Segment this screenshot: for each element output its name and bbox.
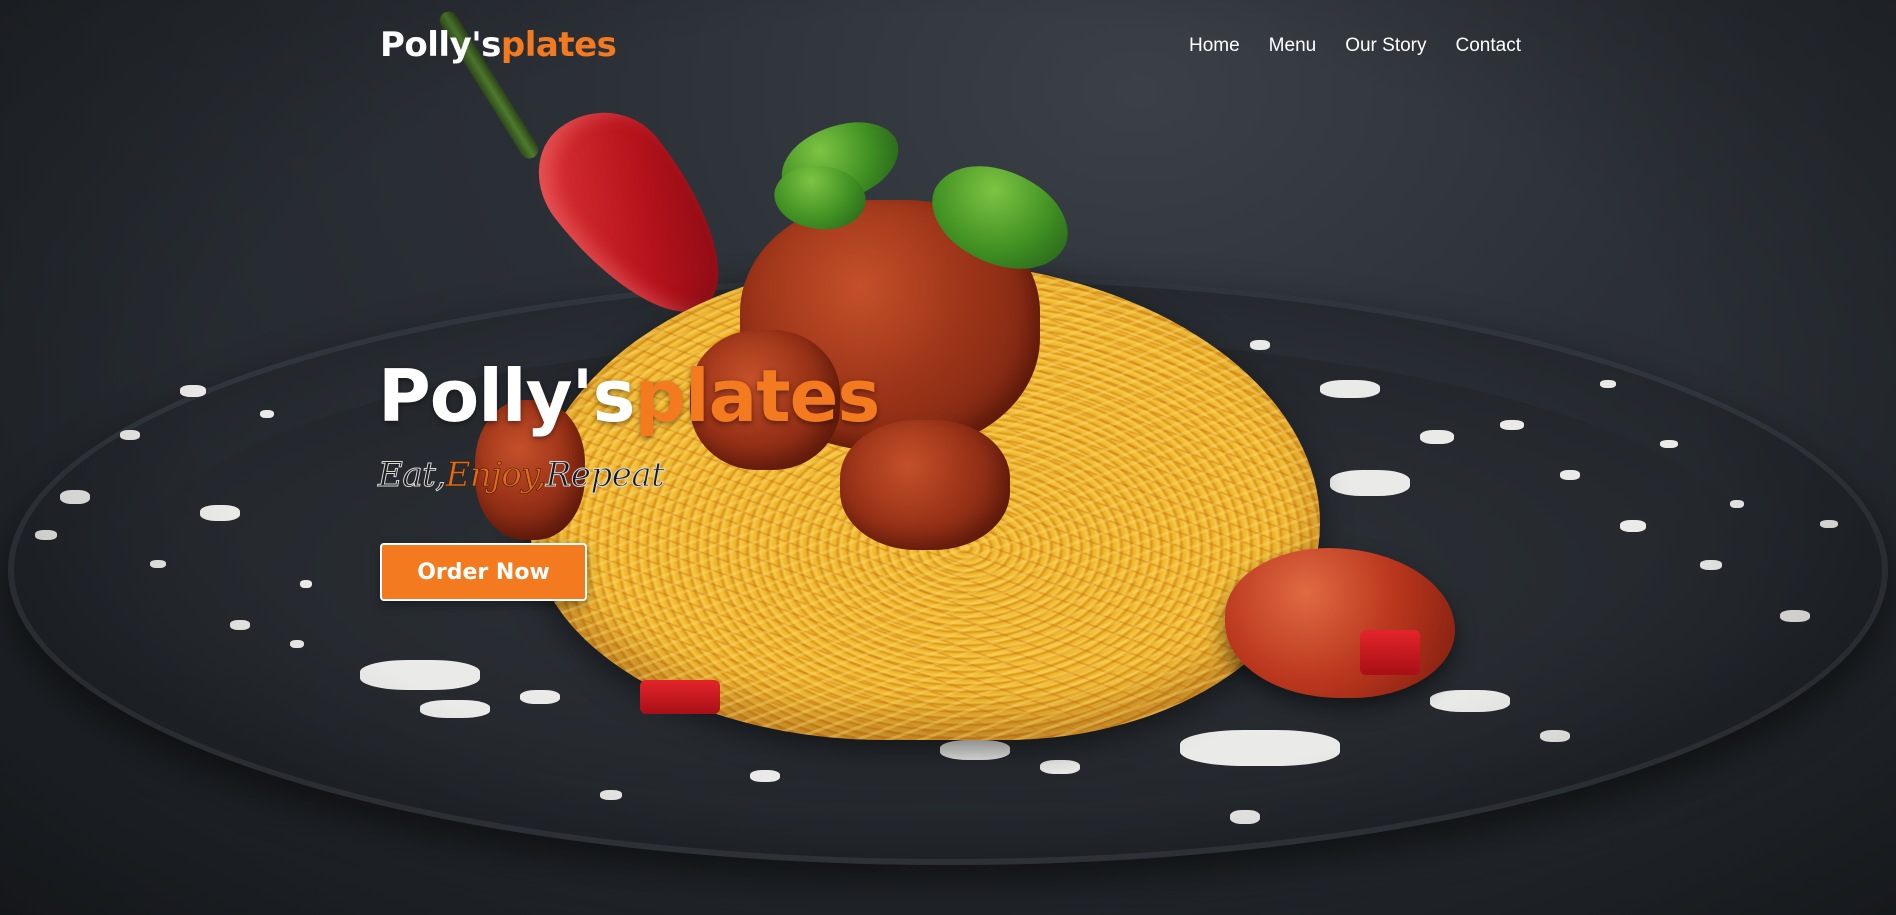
navbar: Polly'splates Home Menu Our Story Contac… <box>0 0 1896 100</box>
brand-logo[interactable]: Polly'splates <box>380 25 617 65</box>
hero-tagline: Eat,Enjoy,Repeat <box>378 455 978 495</box>
nav-our-story[interactable]: Our Story <box>1345 36 1426 55</box>
main-nav: Home Menu Our Story Contact <box>1160 36 1521 55</box>
tagline-word-eat: Eat, <box>378 455 447 495</box>
hero-title-part1: Polly's <box>378 354 635 438</box>
hero-content: Polly'splates Eat,Enjoy,Repeat <box>378 360 978 495</box>
nav-menu[interactable]: Menu <box>1269 36 1317 55</box>
brand-name-part2: plates <box>500 25 617 65</box>
tagline-word-enjoy: Enjoy, <box>445 455 546 495</box>
nav-contact[interactable]: Contact <box>1456 36 1521 55</box>
brand-name-part1: Polly's <box>380 25 501 65</box>
order-now-button[interactable]: Order Now <box>380 543 587 601</box>
hero-title: Polly'splates <box>378 360 978 432</box>
hero-title-part2: plates <box>634 354 880 438</box>
hero-section: Polly'splates Home Menu Our Story Contac… <box>0 0 1896 915</box>
nav-home[interactable]: Home <box>1189 36 1240 55</box>
tagline-word-repeat: Repeat <box>545 455 665 495</box>
